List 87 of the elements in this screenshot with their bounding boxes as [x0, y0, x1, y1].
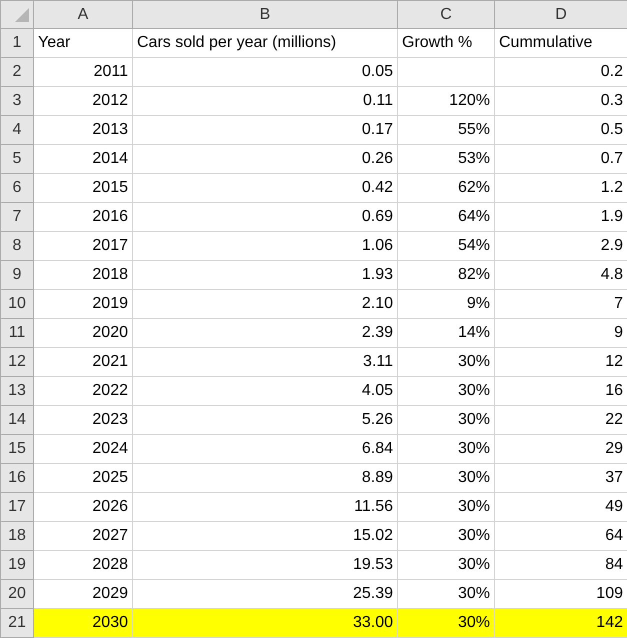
row-header[interactable]: 18 — [0, 522, 34, 550]
table-cell: 2.39 — [132, 318, 398, 348]
table-cell: 30% — [398, 492, 494, 522]
table-cell: Year — [34, 28, 132, 58]
row-header[interactable]: 10 — [0, 290, 34, 318]
table-cell: 0.05 — [132, 58, 398, 86]
table-cell: 11.56 — [132, 492, 398, 522]
table-cell: 2022 — [34, 376, 132, 406]
table-cell: 1.06 — [132, 232, 398, 260]
table-cell: 33.00 — [132, 608, 398, 638]
table-cell: 2019 — [34, 290, 132, 318]
table-cell: 2012 — [34, 86, 132, 116]
select-all-corner[interactable] — [0, 0, 34, 28]
table-cell: 0.17 — [132, 116, 398, 144]
table-cell: 14% — [398, 318, 494, 348]
table-cell: 2024 — [34, 434, 132, 464]
column-header[interactable]: C — [398, 0, 494, 28]
table-cell: 55% — [398, 116, 494, 144]
table-cell: 2023 — [34, 406, 132, 434]
row-header[interactable]: 12 — [0, 348, 34, 376]
table-cell: 142 — [494, 608, 627, 638]
table-cell: 30% — [398, 376, 494, 406]
table-cell: 1.93 — [132, 260, 398, 290]
row-header[interactable]: 11 — [0, 318, 34, 348]
select-all-icon — [15, 8, 29, 22]
row-header[interactable]: 2 — [0, 58, 34, 86]
row-header[interactable]: 19 — [0, 550, 34, 580]
table-cell: 2027 — [34, 522, 132, 550]
row-header[interactable]: 6 — [0, 174, 34, 202]
row-header[interactable]: 16 — [0, 464, 34, 492]
table-cell: 82% — [398, 260, 494, 290]
table-cell: 2.10 — [132, 290, 398, 318]
column-header[interactable]: A — [34, 0, 132, 28]
table-cell: 120% — [398, 86, 494, 116]
table-cell: 62% — [398, 174, 494, 202]
table-cell: 4.05 — [132, 376, 398, 406]
column-header[interactable]: D — [494, 0, 627, 28]
table-cell: 2015 — [34, 174, 132, 202]
row-header[interactable]: 14 — [0, 406, 34, 434]
table-cell: 6.84 — [132, 434, 398, 464]
table-cell: 64% — [398, 202, 494, 232]
table-cell: 0.69 — [132, 202, 398, 232]
row-header[interactable]: 17 — [0, 492, 34, 522]
table-cell: 2026 — [34, 492, 132, 522]
table-cell: 0.42 — [132, 174, 398, 202]
row-header[interactable]: 4 — [0, 116, 34, 144]
table-cell: 2028 — [34, 550, 132, 580]
column-header[interactable]: B — [132, 0, 398, 28]
table-cell: 30% — [398, 608, 494, 638]
table-cell: 30% — [398, 434, 494, 464]
table-cell: 30% — [398, 348, 494, 376]
table-cell: 3.11 — [132, 348, 398, 376]
table-cell: 19.53 — [132, 550, 398, 580]
row-header[interactable]: 13 — [0, 376, 34, 406]
table-cell: 0.26 — [132, 144, 398, 174]
table-cell: 2017 — [34, 232, 132, 260]
table-cell: 2013 — [34, 116, 132, 144]
table-cell: 2021 — [34, 348, 132, 376]
row-header[interactable]: 21 — [0, 608, 34, 638]
table-cell: 53% — [398, 144, 494, 174]
table-cell: Growth % — [398, 28, 494, 58]
table-cell: Cars sold per year (millions) — [132, 28, 398, 58]
table-cell: 2014 — [34, 144, 132, 174]
row-header[interactable]: 5 — [0, 144, 34, 174]
table-cell: 30% — [398, 464, 494, 492]
table-cell: 2016 — [34, 202, 132, 232]
row-header[interactable]: 9 — [0, 260, 34, 290]
table-cell: 5.26 — [132, 406, 398, 434]
table-cell: 54% — [398, 232, 494, 260]
row-header[interactable]: 1 — [0, 28, 34, 58]
row-header[interactable]: 20 — [0, 580, 34, 608]
table-cell: 2011 — [34, 58, 132, 86]
table-cell: 30% — [398, 522, 494, 550]
table-cell: 2030 — [34, 608, 132, 638]
table-cell: 9% — [398, 290, 494, 318]
table-cell: 8.89 — [132, 464, 398, 492]
row-header[interactable]: 15 — [0, 434, 34, 464]
row-header[interactable]: 7 — [0, 202, 34, 232]
row-header[interactable]: 3 — [0, 86, 34, 116]
table-cell: 2018 — [34, 260, 132, 290]
table-cell: 30% — [398, 406, 494, 434]
table-cell: 30% — [398, 550, 494, 580]
table-cell: 15.02 — [132, 522, 398, 550]
row-header[interactable]: 8 — [0, 232, 34, 260]
table-cell: 2025 — [34, 464, 132, 492]
table-cell: 0.11 — [132, 86, 398, 116]
table-cell: 2020 — [34, 318, 132, 348]
